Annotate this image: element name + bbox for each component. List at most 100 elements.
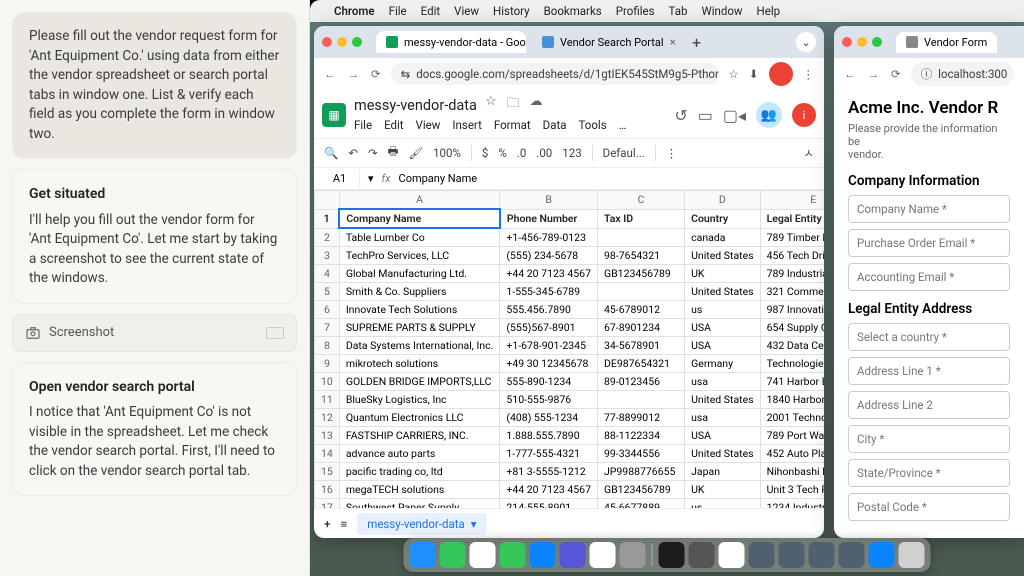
percent-button[interactable]: % (498, 146, 506, 160)
menu-view[interactable]: View (454, 4, 479, 18)
forward-button[interactable]: → (348, 67, 360, 81)
undo-button[interactable]: ↶ (348, 146, 358, 160)
dock-app-icon[interactable] (749, 542, 775, 568)
comments-icon[interactable]: ▭ (698, 106, 713, 125)
dock-app-icon[interactable] (500, 542, 526, 568)
all-sheets-button[interactable]: ≡ (341, 517, 348, 531)
postal-code-field[interactable]: Postal Code * (848, 493, 1010, 521)
tab-close-icon[interactable]: × (670, 35, 676, 49)
dock-app-icon[interactable] (779, 542, 805, 568)
close-window-button[interactable] (842, 37, 852, 47)
dock-app-icon[interactable] (659, 542, 685, 568)
address-line-2-field[interactable]: Address Line 2 (848, 391, 1010, 419)
menu-more[interactable]: … (619, 118, 627, 132)
history-icon[interactable]: ↺ (674, 106, 687, 125)
site-info-icon[interactable]: ⓘ (921, 66, 933, 82)
address-bar[interactable]: ⓘ localhost:300 (911, 62, 1014, 86)
currency-button[interactable]: $ (482, 146, 488, 160)
new-tab-button[interactable]: + (688, 33, 705, 52)
dock-app-icon[interactable] (809, 542, 835, 568)
number-format-button[interactable]: 123 (562, 146, 581, 160)
menu-window[interactable]: Window (702, 4, 743, 18)
back-button[interactable]: ← (324, 67, 336, 81)
paint-format-button[interactable]: 🖌 (408, 146, 423, 160)
menu-view[interactable]: View (416, 118, 441, 132)
address-line-1-field[interactable]: Address Line 1 * (848, 357, 1010, 385)
reload-button[interactable]: ⟳ (891, 67, 901, 81)
sheets-logo-icon[interactable]: ▦ (322, 103, 346, 127)
redo-button[interactable]: ↷ (368, 146, 378, 160)
back-button[interactable]: ← (844, 67, 856, 81)
maximize-window-button[interactable] (872, 37, 882, 47)
dock-app-icon[interactable] (410, 542, 436, 568)
star-icon[interactable]: ☆ (485, 94, 497, 116)
spreadsheet-grid[interactable]: ABCDE1Company NamePhone NumberTax IDCoun… (314, 190, 824, 508)
name-box[interactable]: A1 (320, 170, 360, 187)
font-select[interactable]: Defaul... (603, 146, 645, 160)
doc-title[interactable]: messy-vendor-data (354, 97, 477, 114)
site-settings-icon[interactable]: ⇆ (401, 67, 411, 81)
company-name-field[interactable]: Company Name * (848, 195, 1010, 223)
menu-bookmarks[interactable]: Bookmarks (544, 4, 602, 18)
browser-tab-sheets[interactable]: messy-vendor-data - Googl × (376, 31, 526, 53)
collapse-toolbar-button[interactable]: ㅅ (803, 145, 814, 161)
dock-app-icon[interactable] (899, 542, 925, 568)
download-button[interactable]: ⬇ (749, 67, 759, 81)
add-sheet-button[interactable]: + (324, 517, 331, 531)
print-button[interactable]: 🖶 (388, 144, 399, 163)
country-select[interactable]: Select a country * (848, 323, 1010, 351)
toolbar-more-button[interactable]: ⋮ (666, 146, 678, 160)
menu-data[interactable]: Data (543, 118, 567, 132)
menu-file[interactable]: File (354, 118, 372, 132)
dock-app-icon[interactable] (590, 542, 616, 568)
dock-app-icon[interactable] (530, 542, 556, 568)
menu-tab[interactable]: Tab (669, 4, 688, 18)
browser-tab-vendor-portal[interactable]: Vendor Search Portal × (532, 31, 682, 53)
profile-avatar[interactable] (769, 62, 793, 86)
po-email-field[interactable]: Purchase Order Email * (848, 229, 1010, 257)
chrome-menu-button[interactable]: ⋮ (803, 67, 815, 81)
sheets-avatar[interactable]: i (792, 103, 816, 127)
menu-help[interactable]: Help (757, 4, 781, 18)
dock-app-icon[interactable] (839, 542, 865, 568)
dock-app-icon[interactable] (440, 542, 466, 568)
bookmark-button[interactable]: ☆ (729, 67, 739, 81)
minimize-window-button[interactable] (857, 37, 867, 47)
address-bar[interactable]: ⇆ docs.google.com/spreadsheets/d/1gtIEK5… (391, 63, 719, 85)
macos-menubar[interactable]: Chrome File Edit View History Bookmarks … (310, 0, 1024, 22)
meet-icon[interactable]: ▢◂ (723, 106, 746, 125)
close-window-button[interactable] (322, 37, 332, 47)
minimize-window-button[interactable] (337, 37, 347, 47)
macos-dock[interactable] (404, 538, 931, 572)
dock-app-icon[interactable] (560, 542, 586, 568)
cloud-icon[interactable]: ☁ (530, 94, 543, 116)
decrease-decimal-button[interactable]: .0 (517, 146, 527, 160)
share-button[interactable]: 👥 (756, 102, 782, 128)
increase-decimal-button[interactable]: .00 (536, 146, 552, 160)
menu-insert[interactable]: Insert (452, 118, 481, 132)
dock-app-icon[interactable] (869, 542, 895, 568)
browser-tab-vendor-form[interactable]: Vendor Form (896, 32, 997, 53)
city-field[interactable]: City * (848, 425, 1010, 453)
menu-edit[interactable]: Edit (384, 118, 403, 132)
state-field[interactable]: State/Province * (848, 459, 1010, 487)
move-icon[interactable]: 🗀 (507, 94, 520, 116)
menu-edit[interactable]: Edit (421, 4, 440, 18)
menu-profiles[interactable]: Profiles (616, 4, 655, 18)
reload-button[interactable]: ⟳ (371, 67, 381, 81)
accounting-email-field[interactable]: Accounting Email * (848, 263, 1010, 291)
screenshot-pill[interactable]: Screenshot (12, 314, 297, 352)
menu-history[interactable]: History (493, 4, 530, 18)
menu-file[interactable]: File (389, 4, 407, 18)
dock-app-icon[interactable] (719, 542, 745, 568)
menu-tools[interactable]: Tools (578, 118, 606, 132)
search-menus-icon[interactable]: 🔍 (324, 146, 338, 160)
sheet-tab-active[interactable]: messy-vendor-data ▾ (357, 513, 486, 535)
name-box-dropdown-icon[interactable]: ▾ (368, 172, 374, 185)
zoom-select[interactable]: 100% (433, 146, 461, 160)
maximize-window-button[interactable] (352, 37, 362, 47)
sheet-tab-menu-icon[interactable]: ▾ (471, 517, 477, 531)
tab-list-button[interactable]: ⌄ (796, 32, 816, 52)
dock-app-icon[interactable] (620, 542, 646, 568)
dock-app-icon[interactable] (689, 542, 715, 568)
